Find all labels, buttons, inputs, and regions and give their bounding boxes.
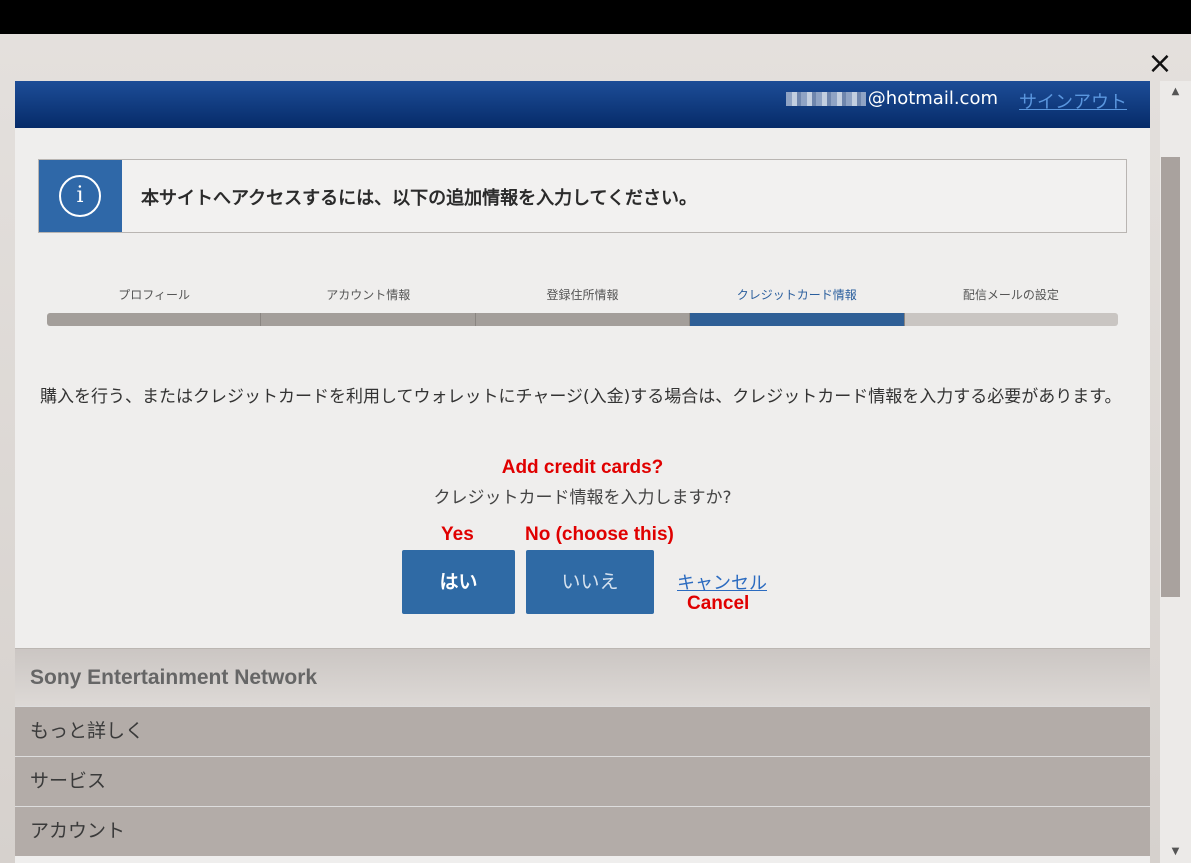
info-icon-panel: i <box>39 160 122 232</box>
info-icon: i <box>59 175 101 217</box>
annotation-no: No (choose this) <box>525 524 674 545</box>
step-label-account: アカウント情報 <box>326 288 411 302</box>
annotation-cancel: Cancel <box>687 593 750 614</box>
info-banner: i 本サイトへアクセスするには、以下の追加情報を入力してください。 <box>38 159 1127 233</box>
redacted-email-prefix <box>785 92 866 106</box>
step-label-email-settings: 配信メールの設定 <box>962 288 1059 302</box>
dialog-page: @hotmail.com サインアウト i 本サイトへアクセスするには、以下の追… <box>15 81 1150 863</box>
top-black-bar <box>0 0 1191 34</box>
no-button[interactable]: いいえ <box>526 550 654 614</box>
site-footer: Sony Entertainment Network もっと詳しく サービス ア… <box>15 648 1150 863</box>
account-header: @hotmail.com サインアウト <box>15 81 1150 128</box>
scroll-up-icon[interactable]: ▲ <box>1160 81 1191 103</box>
scroll-thumb[interactable] <box>1161 157 1180 597</box>
close-icon[interactable]: × <box>1146 49 1174 79</box>
vertical-scrollbar[interactable]: ▲ ▼ <box>1160 81 1191 863</box>
question-text: クレジットカード情報を入力しますか? <box>433 488 732 508</box>
step-bar-address <box>475 313 691 326</box>
scroll-down-icon[interactable]: ▼ <box>1160 841 1191 863</box>
cancel-link[interactable]: キャンセル <box>677 569 767 595</box>
email-suffix: @hotmail.com <box>867 88 998 109</box>
signout-link[interactable]: サインアウト <box>1019 88 1127 114</box>
step-bar-account <box>261 313 476 326</box>
yes-button[interactable]: はい <box>402 550 515 614</box>
description-text: 購入を行う、またはクレジットカードを利用してウォレットにチャージ(入金)する場合… <box>40 387 1122 407</box>
step-label-credit-card: クレジットカード情報 <box>736 288 857 302</box>
annotation-title: Add credit cards? <box>501 457 664 478</box>
footer-title: Sony Entertainment Network <box>15 648 1150 706</box>
step-bar-profile <box>47 313 262 326</box>
progress-steps: プロフィール アカウント情報 登録住所情報 クレジットカード情報 配信メールの設… <box>47 286 1119 326</box>
footer-item-account[interactable]: アカウント <box>15 806 1150 856</box>
account-email: @hotmail.com <box>785 88 998 109</box>
info-message: 本サイトへアクセスするには、以下の追加情報を入力してください。 <box>141 188 698 209</box>
footer-item-more[interactable]: もっと詳しく <box>15 706 1150 756</box>
step-bar-credit-card <box>690 313 905 326</box>
annotation-yes: Yes <box>441 524 474 545</box>
step-bar-email-settings <box>904 313 1119 326</box>
step-label-profile: プロフィール <box>118 288 190 302</box>
step-label-address: 登録住所情報 <box>546 288 619 302</box>
footer-item-services[interactable]: サービス <box>15 756 1150 806</box>
